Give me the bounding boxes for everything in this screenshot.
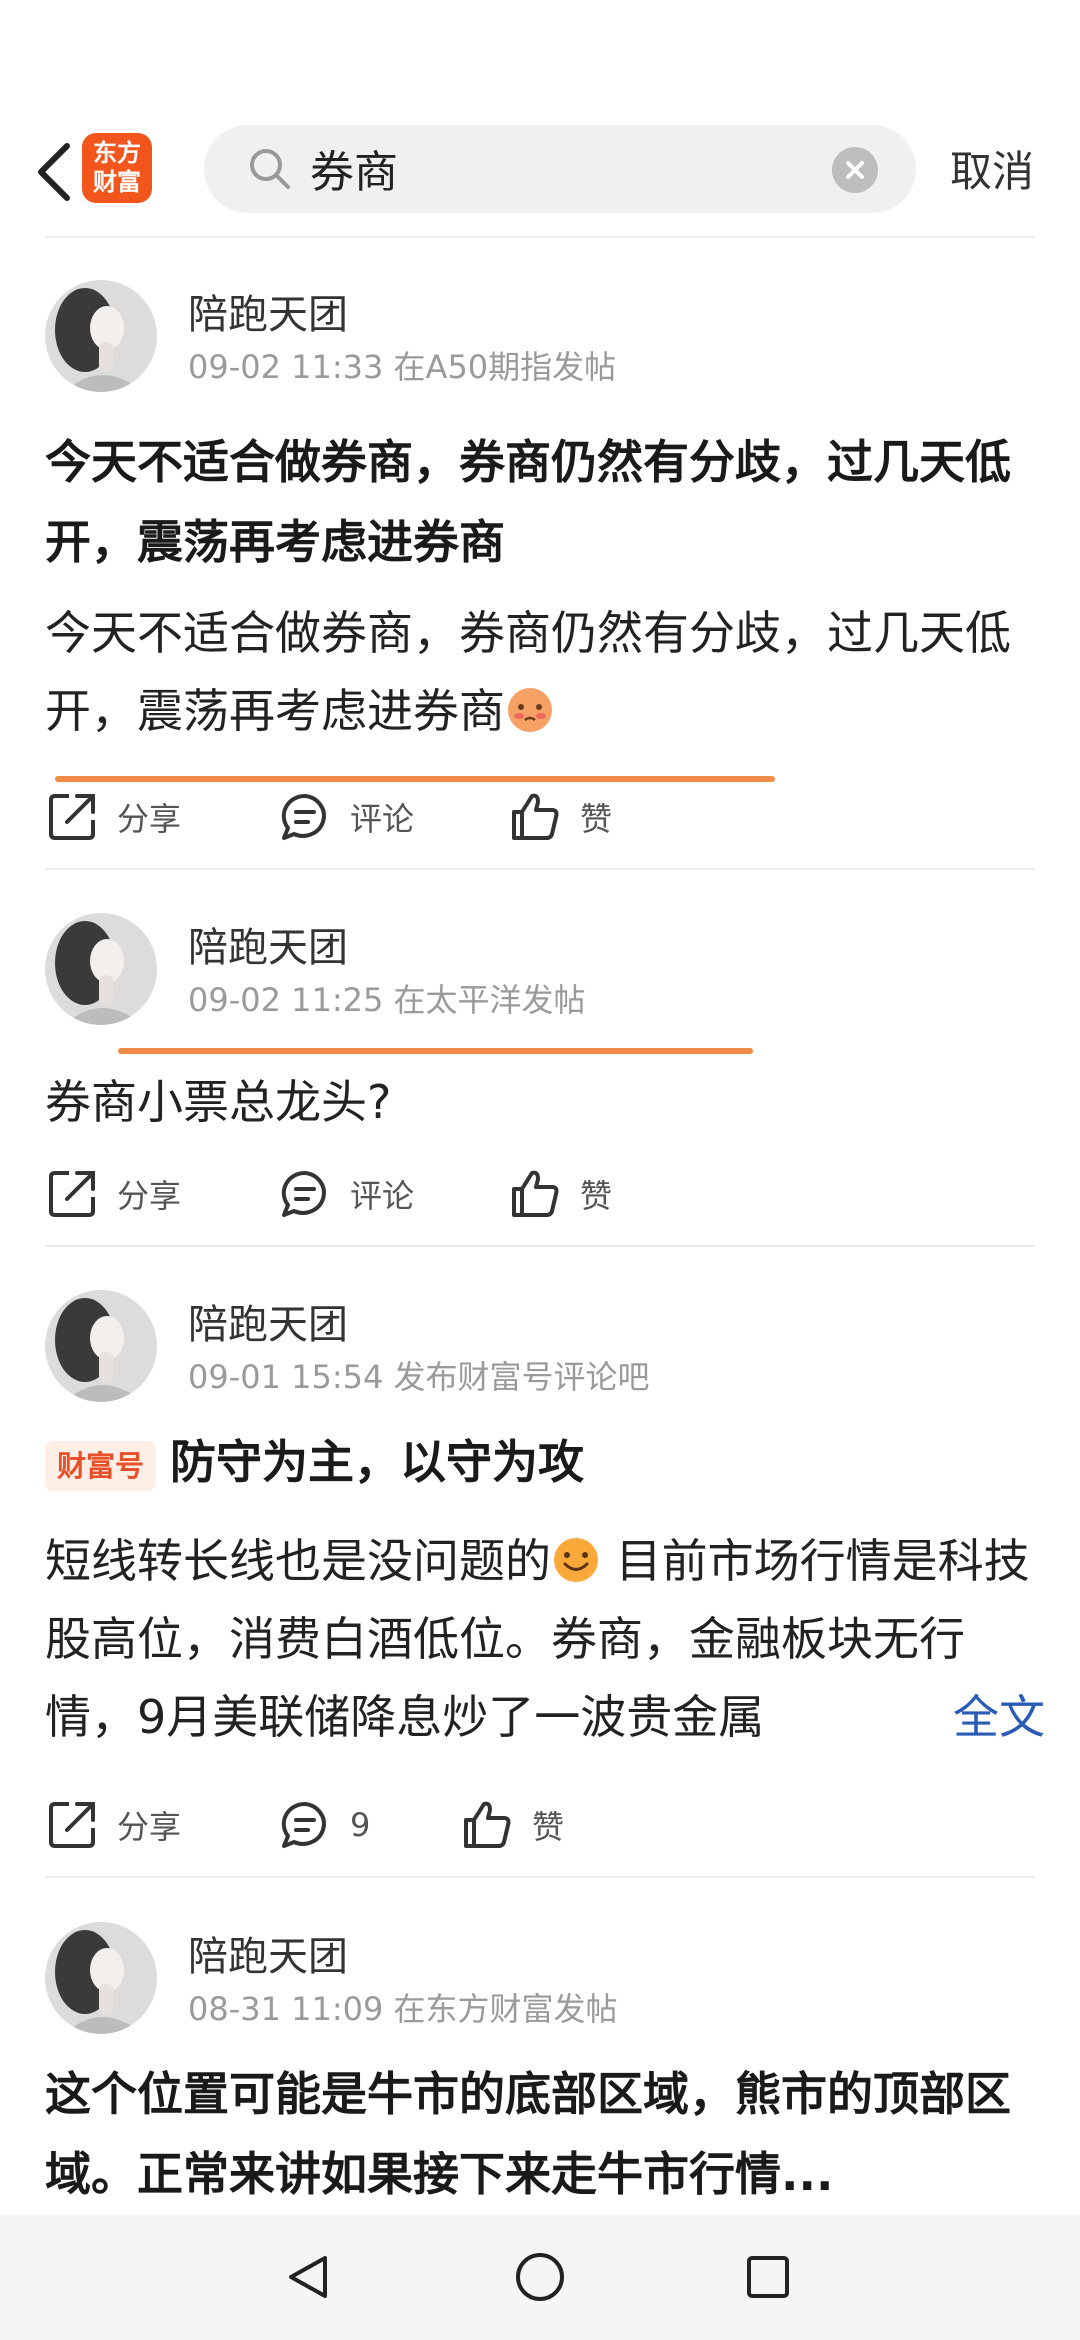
avatar[interactable]	[45, 1290, 157, 1402]
system-nav-bar	[0, 2215, 1080, 2340]
like-label: 赞	[580, 800, 613, 838]
caifuhao-badge: 财富号	[45, 1440, 157, 1491]
close-icon	[846, 161, 864, 179]
post-divider	[45, 1245, 1035, 1247]
comment-label: 评论	[350, 1177, 415, 1215]
like-button[interactable]: 赞	[460, 1798, 564, 1852]
like-label: 赞	[532, 1808, 565, 1846]
app-logo: 东方 财富	[82, 133, 152, 203]
comment-count: 9	[350, 1806, 371, 1844]
full-text-link[interactable]: 全文	[913, 1678, 1045, 1756]
search-input[interactable]	[310, 135, 810, 201]
post-meta: 09-01 15:54 发布财富号评论吧	[188, 1358, 650, 1396]
share-button[interactable]: 分享	[45, 790, 181, 844]
avatar-image	[45, 913, 157, 1025]
post-title[interactable]: 财富号 防守为主，以守为攻	[45, 1422, 1045, 1502]
share-icon	[49, 794, 95, 840]
post-actions: 分享 评论 赞	[45, 1167, 1035, 1227]
post-actions: 分享 9 赞	[45, 1798, 1035, 1858]
chevron-left-icon	[38, 143, 70, 201]
post-body[interactable]: 券商小票总龙头?	[45, 1063, 1045, 1141]
search-box[interactable]	[204, 125, 916, 213]
post-body[interactable]: 今天不适合做券商，券商仍然有分歧，过几天低开，震荡再考虑进券商	[45, 594, 1045, 750]
like-label: 赞	[580, 1177, 613, 1215]
share-button[interactable]: 分享	[45, 1798, 181, 1852]
highlight-underline	[55, 776, 775, 782]
post-body-text: 短线转长线也是没问题的	[45, 1534, 551, 1588]
comment-icon	[281, 1170, 326, 1217]
author-name[interactable]: 陪跑天团	[188, 282, 348, 340]
share-button[interactable]: 分享	[45, 1167, 181, 1221]
comment-icon	[281, 1801, 326, 1848]
logo-text-line1: 东方	[93, 139, 141, 167]
thumbs-up-icon	[512, 793, 559, 840]
like-button[interactable]: 赞	[508, 790, 612, 844]
smile-emoji-icon	[554, 1538, 598, 1582]
author-name[interactable]: 陪跑天团	[188, 915, 348, 973]
triangle-back-icon	[289, 2256, 327, 2298]
search-icon	[250, 149, 290, 189]
share-label: 分享	[117, 1177, 182, 1215]
post-title[interactable]: 今天不适合做券商，券商仍然有分歧，过几天低开，震荡再考虑进券商	[45, 422, 1045, 582]
avatar-image	[45, 280, 157, 392]
post-meta: 08-31 11:09 在东方财富发帖	[188, 1990, 618, 2028]
comment-label: 评论	[350, 800, 415, 838]
share-label: 分享	[117, 800, 182, 838]
avatar[interactable]	[45, 1922, 157, 2034]
avatar[interactable]	[45, 913, 157, 1025]
logo-text-line2: 财富	[93, 168, 141, 196]
post-body[interactable]: 短线转长线也是没问题的 目前市场行情是科技股高位，消费白酒低位。券商，金融板块无…	[45, 1522, 1045, 1756]
header-divider	[45, 236, 1035, 238]
post-title[interactable]: 这个位置可能是牛市的底部区域，熊市的顶部区域。正常来讲如果接下来走牛市行情...	[45, 2054, 1045, 2214]
comment-button[interactable]: 评论	[278, 1167, 414, 1221]
nav-recents-button[interactable]	[738, 2247, 798, 2307]
post-divider	[45, 1876, 1035, 1878]
highlight-underline	[118, 1048, 753, 1054]
thumbs-up-icon	[464, 1801, 511, 1848]
post-title-text: 防守为主，以守为攻	[170, 1435, 585, 1489]
cancel-button[interactable]: 取消	[950, 138, 1034, 199]
thumbs-up-icon	[512, 1170, 559, 1217]
comment-button[interactable]: 评论	[278, 790, 414, 844]
share-label: 分享	[117, 1808, 182, 1846]
blush-emoji-icon	[508, 688, 552, 732]
square-recents-icon	[747, 2256, 789, 2298]
share-icon	[49, 1802, 95, 1848]
circle-home-icon	[516, 2253, 564, 2301]
back-button[interactable]	[18, 132, 88, 212]
post-actions: 分享 评论 赞	[45, 790, 1035, 850]
post-meta: 09-02 11:25 在太平洋发帖	[188, 981, 586, 1019]
post-divider	[45, 868, 1035, 870]
avatar-image	[45, 1290, 157, 1402]
clear-search-button[interactable]	[832, 147, 878, 193]
avatar-image	[45, 1922, 157, 2034]
like-button[interactable]: 赞	[508, 1167, 612, 1221]
nav-home-button[interactable]	[510, 2247, 570, 2307]
comment-button[interactable]: 9	[278, 1798, 370, 1852]
search-header: 东方 财富 取消	[0, 118, 1080, 228]
author-name[interactable]: 陪跑天团	[188, 1292, 348, 1350]
share-icon	[49, 1171, 95, 1217]
author-name[interactable]: 陪跑天团	[188, 1924, 348, 1982]
nav-back-button[interactable]	[278, 2247, 338, 2307]
comment-icon	[281, 793, 326, 840]
avatar[interactable]	[45, 280, 157, 392]
post-meta: 09-02 11:33 在A50期指发帖	[188, 348, 617, 386]
